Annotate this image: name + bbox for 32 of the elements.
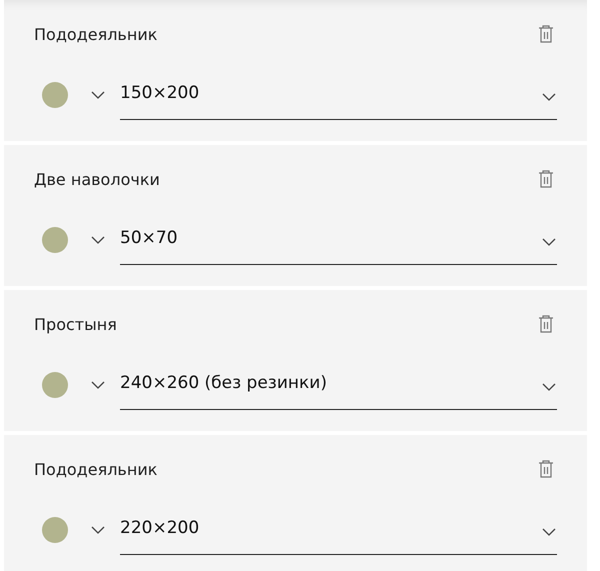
size-select[interactable]: 150×200 — [120, 70, 557, 120]
trash-icon — [537, 314, 555, 334]
chevron-down-icon — [541, 382, 557, 392]
delete-button[interactable] — [537, 459, 555, 479]
trash-icon — [537, 24, 555, 44]
size-select[interactable]: 220×200 — [120, 505, 557, 555]
chevron-down-icon — [90, 525, 106, 535]
size-select[interactable]: 50×70 — [120, 215, 557, 265]
item-name: Две наволочки — [34, 170, 160, 188]
delete-button[interactable] — [537, 314, 555, 334]
color-dropdown-button[interactable] — [90, 380, 106, 390]
item-name: Простыня — [34, 314, 117, 334]
chevron-down-icon — [541, 92, 557, 102]
trash-icon — [537, 169, 555, 189]
color-dropdown-button[interactable] — [90, 525, 106, 535]
trash-icon — [537, 459, 555, 479]
color-swatch[interactable] — [42, 82, 68, 108]
chevron-down-icon — [541, 526, 557, 536]
delete-button[interactable] — [537, 24, 555, 44]
color-dropdown-button[interactable] — [90, 90, 106, 100]
chevron-down-icon — [541, 236, 557, 246]
color-swatch[interactable] — [42, 227, 68, 253]
color-dropdown-button[interactable] — [90, 235, 106, 245]
chevron-down-icon — [90, 235, 106, 245]
chevron-down-icon — [90, 90, 106, 100]
item-name: Пододеяльник — [34, 460, 158, 478]
delete-button[interactable] — [537, 169, 555, 189]
chevron-down-icon — [90, 380, 106, 390]
size-select[interactable]: 240×260 (без резинки) — [120, 360, 557, 410]
item-name: Пододеяльник — [34, 24, 158, 44]
color-swatch[interactable] — [42, 517, 68, 543]
color-swatch[interactable] — [42, 372, 68, 398]
